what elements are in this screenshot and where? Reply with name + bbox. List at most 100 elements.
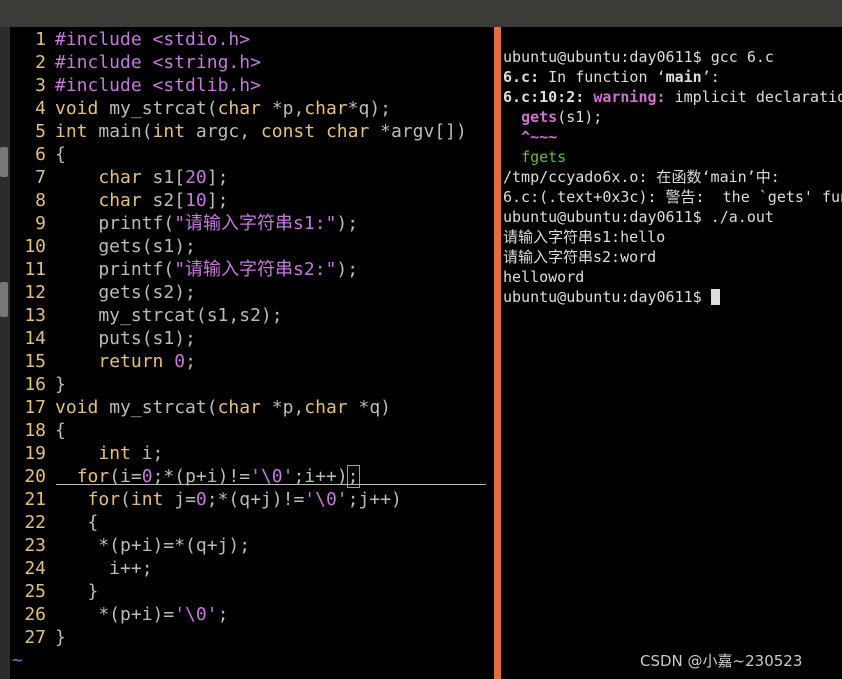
code-token: int	[152, 121, 186, 142]
terminal-line: ^~~~	[503, 127, 557, 147]
code-text: printf("请输入字符串s1:");	[55, 212, 358, 235]
terminal-pane[interactable]: ubuntu@ubuntu:day0611$ gcc 6.c 6.c: In fu…	[501, 27, 842, 679]
line-number: 24	[24, 558, 46, 579]
code-token: #include	[55, 29, 153, 50]
cursor-line-underline	[56, 484, 486, 485]
code-text: for(int j=0;*(q+j)!='\0';j++)	[55, 488, 402, 511]
line-number: 9	[35, 213, 46, 234]
code-text: #include <string.h>	[55, 51, 261, 74]
code-text: i++;	[55, 557, 152, 580]
line-number: 11	[24, 259, 46, 280]
terminal-text: implicit declaration of	[674, 88, 842, 106]
terminal-text: 6.c:(.text+0x3c): 警告: the `gets' fun	[503, 188, 842, 206]
code-text: }	[55, 373, 66, 396]
code-token: s2[	[141, 190, 186, 211]
code-token: printf(	[55, 213, 175, 234]
code-token: const char	[260, 121, 370, 142]
code-token: <stdlib.h>	[152, 75, 261, 96]
line-number: 17	[24, 397, 46, 418]
code-text: void my_strcat(char *p,char*q);	[55, 97, 391, 120]
code-token: {	[55, 144, 66, 165]
code-token: "请输入字符串s2:"	[174, 259, 337, 280]
code-token: int	[55, 121, 88, 142]
vim-editor-pane[interactable]: 1 #include <stdio.h> 2 #include <string.h> 3…	[12, 27, 494, 679]
code-token: my_strcat(s1,s2);	[55, 305, 283, 326]
code-text: }	[55, 580, 99, 603]
line-number: 22	[24, 512, 46, 533]
dock-indicator	[0, 282, 8, 317]
line-number: 10	[24, 236, 46, 257]
code-token: ;	[185, 351, 196, 372]
code-token: {	[55, 512, 99, 533]
code-text: gets(s2);	[55, 281, 196, 304]
code-token: {	[55, 420, 66, 441]
code-token: char	[98, 190, 142, 211]
code-text: *(p+i)='\0';	[55, 603, 228, 626]
terminal-line: 6.c:(.text+0x3c): 警告: the `gets' fun	[503, 187, 842, 207]
code-token: }	[55, 627, 66, 648]
code-token: "请输入字符串s1:"	[174, 213, 337, 234]
code-token: int	[130, 489, 164, 510]
code-text: {	[55, 511, 99, 534]
dock-strip	[0, 27, 10, 679]
terminal-text: 请输入字符串s1:hello	[503, 228, 666, 246]
line-number: 21	[24, 489, 46, 510]
terminal-line: helloword	[503, 267, 584, 287]
code-token: void	[55, 98, 99, 119]
line-number: 4	[35, 98, 46, 119]
code-token: <string.h>	[152, 52, 261, 73]
code-text: int i;	[55, 442, 163, 465]
code-text: char s2[10];	[55, 189, 228, 212]
code-token: );	[336, 259, 359, 280]
terminal-line: 请输入字符串s1:hello	[503, 227, 665, 247]
code-token: ;	[217, 604, 229, 625]
code-token: argc,	[185, 121, 261, 142]
line-number: 7	[35, 167, 46, 188]
terminal-text: (s1);	[557, 108, 603, 126]
code-token: gets(s1);	[55, 236, 196, 257]
line-number: 19	[24, 443, 46, 464]
code-token: *(p+i)=	[55, 604, 175, 625]
line-number: 20	[24, 466, 46, 487]
terminal-text: helloword	[503, 268, 585, 286]
code-token: char	[217, 397, 261, 418]
code-token: *p,	[260, 397, 305, 418]
line-number: 5	[35, 121, 46, 142]
code-token: );	[336, 213, 359, 234]
line-number: 15	[24, 351, 46, 372]
code-token: int	[98, 443, 131, 464]
code-token: 20	[185, 167, 207, 188]
line-number: 14	[24, 328, 46, 349]
terminal-text: 请输入字符串s2:word	[503, 248, 657, 266]
code-token: #include	[55, 52, 153, 73]
pane-divider[interactable]	[494, 27, 501, 679]
terminal-cursor	[710, 289, 720, 305]
code-token: ];	[206, 190, 229, 211]
code-text: puts(s1);	[55, 327, 196, 350]
line-number: 23	[24, 535, 46, 556]
code-text: gets(s1);	[55, 235, 196, 258]
code-token: void	[55, 397, 99, 418]
empty-line-tilde: ~	[12, 650, 23, 671]
code-token: (	[120, 489, 131, 510]
line-number: 26	[24, 604, 46, 625]
code-token: #include	[55, 75, 153, 96]
terminal-line: fgets	[503, 147, 566, 167]
code-token: *p,	[260, 98, 305, 119]
terminal-line: ubuntu@ubuntu:day0611$	[503, 287, 720, 307]
code-token: main(	[87, 121, 153, 142]
terminal-line: 6.c:10:2: warning: implicit declaration …	[503, 87, 842, 107]
terminal-text: 6.c:	[503, 68, 540, 86]
terminal-line: gets(s1);	[503, 107, 602, 127]
terminal-text: main	[665, 68, 702, 86]
code-token: <stdio.h>	[152, 29, 251, 50]
terminal-line: 请输入字符串s2:word	[503, 247, 656, 267]
line-number: 16	[24, 374, 46, 395]
code-token: my_strcat(	[98, 98, 218, 119]
code-token: for	[87, 489, 121, 510]
line-number: 27	[24, 627, 46, 648]
